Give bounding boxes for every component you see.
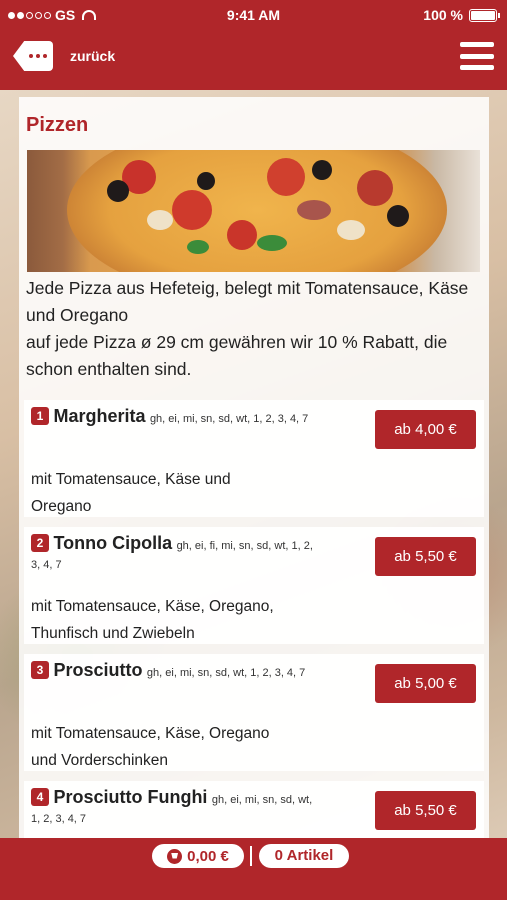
section-description-line: auf jede Pizza ø 29 cm gewähren wir 10 %…	[26, 332, 448, 379]
menu-item[interactable]: 1 Margherita gh, ei, mi, sn, sd, wt, 1, …	[24, 400, 484, 517]
status-bar: GS 9:41 AM 100 %	[0, 0, 507, 30]
cart-total-button[interactable]: 0,00 €	[152, 844, 244, 868]
cart-icon	[167, 848, 183, 864]
nav-bar: zurück	[0, 30, 507, 90]
add-to-cart-button[interactable]: ab 4,00 €	[375, 410, 476, 449]
menu-panel: Pizzen Jede Pizza aus Hefeteig, belegt m…	[19, 97, 489, 842]
item-name: Margherita	[53, 406, 146, 426]
cart-footer: 0,00 € 0 Artikel	[0, 838, 507, 900]
pizza-hero-image	[27, 150, 480, 272]
battery-percent: 100 %	[423, 7, 463, 23]
item-number-badge: 1	[31, 407, 49, 425]
item-name: Prosciutto Funghi	[53, 787, 208, 807]
item-number-badge: 4	[31, 788, 49, 806]
menu-item[interactable]: 2 Tonno Cipolla gh, ei, fi, mi, sn, sd, …	[24, 527, 484, 644]
section-title: Pizzen	[26, 114, 89, 136]
back-label[interactable]: zurück	[70, 48, 115, 64]
add-to-cart-button[interactable]: ab 5,00 €	[375, 664, 476, 703]
back-button[interactable]	[13, 41, 53, 71]
battery-icon	[469, 8, 500, 22]
item-number-badge: 2	[31, 534, 49, 552]
section-description: Jede Pizza aus Hefeteig, belegt mit Toma…	[26, 275, 486, 383]
item-description: mit Tomatensauce, Käse, Oregano, Thunfis…	[31, 598, 274, 642]
hamburger-menu-icon[interactable]	[460, 42, 494, 70]
cart-total: 0,00 €	[187, 847, 229, 865]
add-to-cart-button[interactable]: ab 5,50 €	[375, 537, 476, 576]
divider	[250, 846, 252, 866]
item-name: Tonno Cipolla	[53, 533, 173, 553]
item-count-button[interactable]: 0 Artikel	[259, 844, 349, 868]
section-description-line: Jede Pizza aus Hefeteig, belegt mit Toma…	[26, 278, 469, 325]
item-name: Prosciutto	[53, 660, 143, 680]
item-allergens: gh, ei, mi, sn, sd, wt, 1, 2, 3, 4, 7	[149, 413, 309, 425]
menu-item[interactable]: 4 Prosciutto Funghi gh, ei, mi, sn, sd, …	[24, 781, 484, 842]
item-allergens: gh, ei, mi, sn, sd, wt, 1, 2, 3, 4, 7	[146, 667, 306, 679]
add-to-cart-button[interactable]: ab 5,50 €	[375, 791, 476, 830]
menu-item[interactable]: 3 Prosciutto gh, ei, mi, sn, sd, wt, 1, …	[24, 654, 484, 771]
item-description: mit Tomatensauce, Käse und Oregano	[31, 471, 231, 515]
item-description: mit Tomatensauce, Käse, Oregano und Vord…	[31, 725, 270, 769]
item-number-badge: 3	[31, 661, 49, 679]
